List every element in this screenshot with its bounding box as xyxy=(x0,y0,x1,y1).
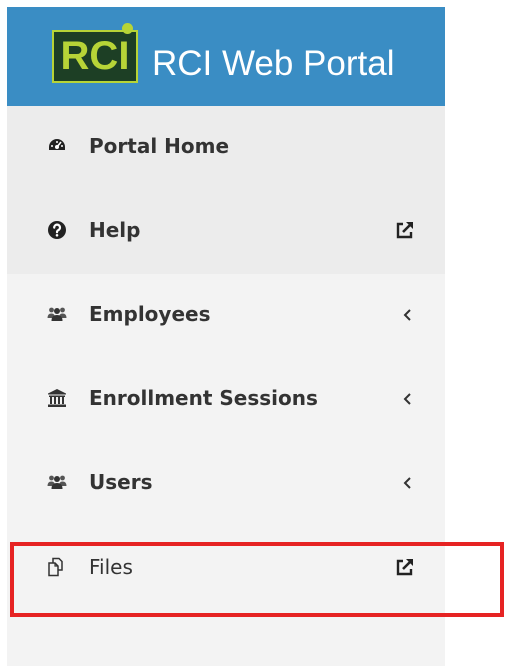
dashboard-icon xyxy=(49,139,65,150)
nav-item-help[interactable]: Help xyxy=(7,190,445,274)
nav-item-enrollment-sessions[interactable]: Enrollment Sessions xyxy=(7,358,445,442)
nav-label-files: Files xyxy=(89,555,133,579)
nav-label-portal-home: Portal Home xyxy=(89,134,230,158)
external-link-icon[interactable] xyxy=(395,220,415,240)
external-link-icon[interactable] xyxy=(395,557,415,577)
files-icon xyxy=(48,557,63,577)
nav-item-portal-home[interactable]: Portal Home xyxy=(7,106,445,190)
logo-dot-icon xyxy=(122,23,133,34)
nav-label-enrollment-sessions: Enrollment Sessions xyxy=(89,386,318,410)
rci-logo[interactable]: RCI xyxy=(52,23,138,83)
portal-header: RCI RCI Web Portal xyxy=(7,7,445,106)
nav-item-users[interactable]: Users xyxy=(7,442,445,526)
nav-label-users: Users xyxy=(89,470,153,494)
users-icon xyxy=(47,475,67,489)
logo-text: RCI xyxy=(60,34,130,78)
chevron-left-icon[interactable] xyxy=(401,308,415,322)
users-icon xyxy=(47,307,67,321)
chevron-left-icon[interactable] xyxy=(401,392,415,406)
nav-item-files[interactable]: Files xyxy=(7,527,445,611)
chevron-left-icon[interactable] xyxy=(401,476,415,490)
portal-title[interactable]: RCI Web Portal xyxy=(152,44,395,84)
nav-item-employees[interactable]: Employees xyxy=(7,274,445,358)
nav-label-employees: Employees xyxy=(89,302,211,326)
question-circle-icon xyxy=(48,221,66,239)
sidebar: RCI RCI Web Portal Portal Home Help Empl… xyxy=(7,7,445,666)
nav-label-help: Help xyxy=(89,218,141,242)
bank-icon xyxy=(48,389,66,407)
